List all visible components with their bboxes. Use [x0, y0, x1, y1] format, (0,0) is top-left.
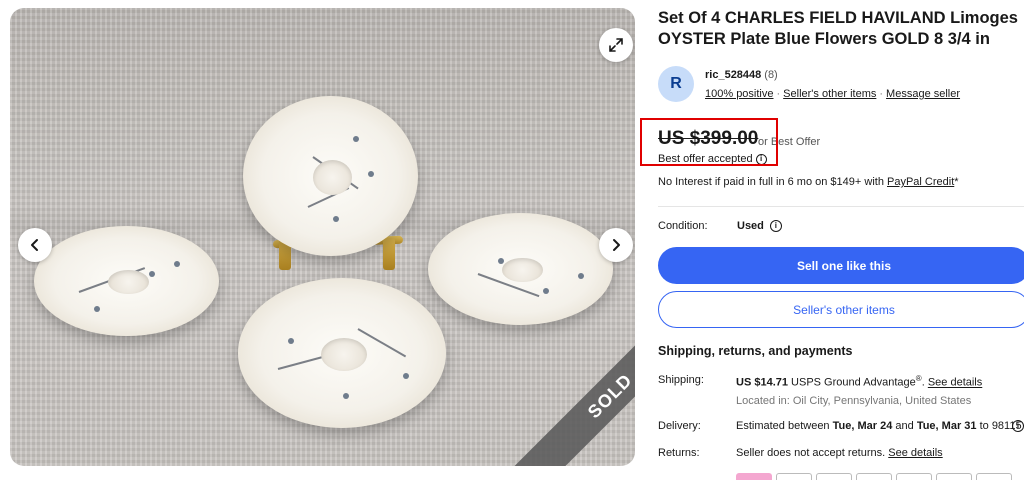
- delivery-label: Delivery:: [658, 420, 701, 432]
- seller-positive-link[interactable]: 100% positive: [705, 88, 774, 100]
- financing-text: No Interest if paid in full in 6 mo on $…: [658, 176, 959, 188]
- payment-method-icon: [896, 473, 932, 480]
- shipping-service: USPS Ground Advantage: [787, 376, 916, 389]
- returns-label: Returns:: [658, 447, 700, 459]
- listing-title: Set Of 4 CHARLES FIELD HAVILAND Limoges …: [658, 9, 1018, 48]
- condition-value: Used: [737, 220, 764, 232]
- returns-see-details-link[interactable]: See details: [888, 447, 942, 459]
- sell-one-like-this-button[interactable]: Sell one like this: [658, 247, 1024, 284]
- delivery-value: Estimated between Tue, Mar 24 and Tue, M…: [736, 420, 1022, 432]
- seller-name-row: ric_528448 (8): [705, 69, 778, 81]
- shipping-heading: Shipping, returns, and payments: [658, 344, 853, 358]
- oyster-plate-right: [428, 213, 613, 325]
- seller-feedback-count: (8): [764, 69, 778, 81]
- delivery-prefix: Estimated between: [736, 420, 833, 432]
- delivery-start: Tue, Mar 24: [832, 420, 893, 432]
- shipping-see-details-link[interactable]: See details: [928, 377, 982, 389]
- returns-value: Seller does not accept returns. See deta…: [736, 447, 943, 459]
- divider: [658, 206, 1024, 207]
- shipping-value: US $14.71 USPS Ground Advantage®. See de…: [736, 374, 982, 389]
- chevron-left-icon[interactable]: [18, 228, 52, 262]
- paypal-credit-link[interactable]: PayPal Credit: [887, 176, 954, 188]
- payment-methods-row: [736, 473, 1012, 480]
- info-icon[interactable]: i: [769, 220, 782, 232]
- shipping-cost: US $14.71: [736, 376, 788, 389]
- oyster-plate-front: [238, 278, 446, 428]
- oyster-plate-back: [243, 96, 418, 256]
- payment-method-icon: [776, 473, 812, 480]
- seller-avatar[interactable]: R: [658, 66, 694, 102]
- listing-details: Set Of 4 CHARLES FIELD HAVILAND Limoges …: [640, 0, 1024, 480]
- separator-dot: ·: [776, 88, 781, 100]
- delivery-end: Tue, Mar 31: [916, 420, 977, 432]
- expand-icon[interactable]: [599, 28, 633, 62]
- separator-dot: ·: [879, 88, 884, 100]
- item-location: Located in: Oil City, Pennsylvania, Unit…: [736, 395, 972, 407]
- oyster-plate-left: [34, 226, 219, 336]
- shipping-label: Shipping:: [658, 374, 704, 386]
- payment-method-icon: [856, 473, 892, 480]
- price-highlight-box: [640, 118, 778, 166]
- returns-text: Seller does not accept returns.: [736, 447, 889, 459]
- image-gallery[interactable]: SOLD: [10, 8, 635, 466]
- message-seller-link[interactable]: Message seller: [886, 88, 960, 100]
- sellers-other-items-button[interactable]: Seller's other items: [658, 291, 1024, 328]
- condition-label: Condition:: [658, 220, 708, 232]
- seller-links: 100% positive · Seller's other items · Messa…: [705, 88, 960, 100]
- condition-row: Condition: Used i: [658, 220, 782, 232]
- seller-card: R ric_528448 (8) 100% positive · Seller's o…: [658, 66, 1024, 106]
- payment-method-icon: [736, 473, 772, 480]
- seller-other-items-link[interactable]: Seller's other items: [783, 88, 876, 100]
- seller-name[interactable]: ric_528448: [705, 69, 761, 81]
- payment-method-icon: [976, 473, 1012, 480]
- financing-suffix: *: [954, 176, 959, 188]
- info-icon[interactable]: i: [1012, 420, 1024, 432]
- payment-method-icon: [816, 473, 852, 480]
- delivery-and: and: [892, 420, 917, 432]
- payment-method-icon: [936, 473, 972, 480]
- financing-copy: No Interest if paid in full in 6 mo on $…: [658, 176, 887, 188]
- chevron-right-icon[interactable]: [599, 228, 633, 262]
